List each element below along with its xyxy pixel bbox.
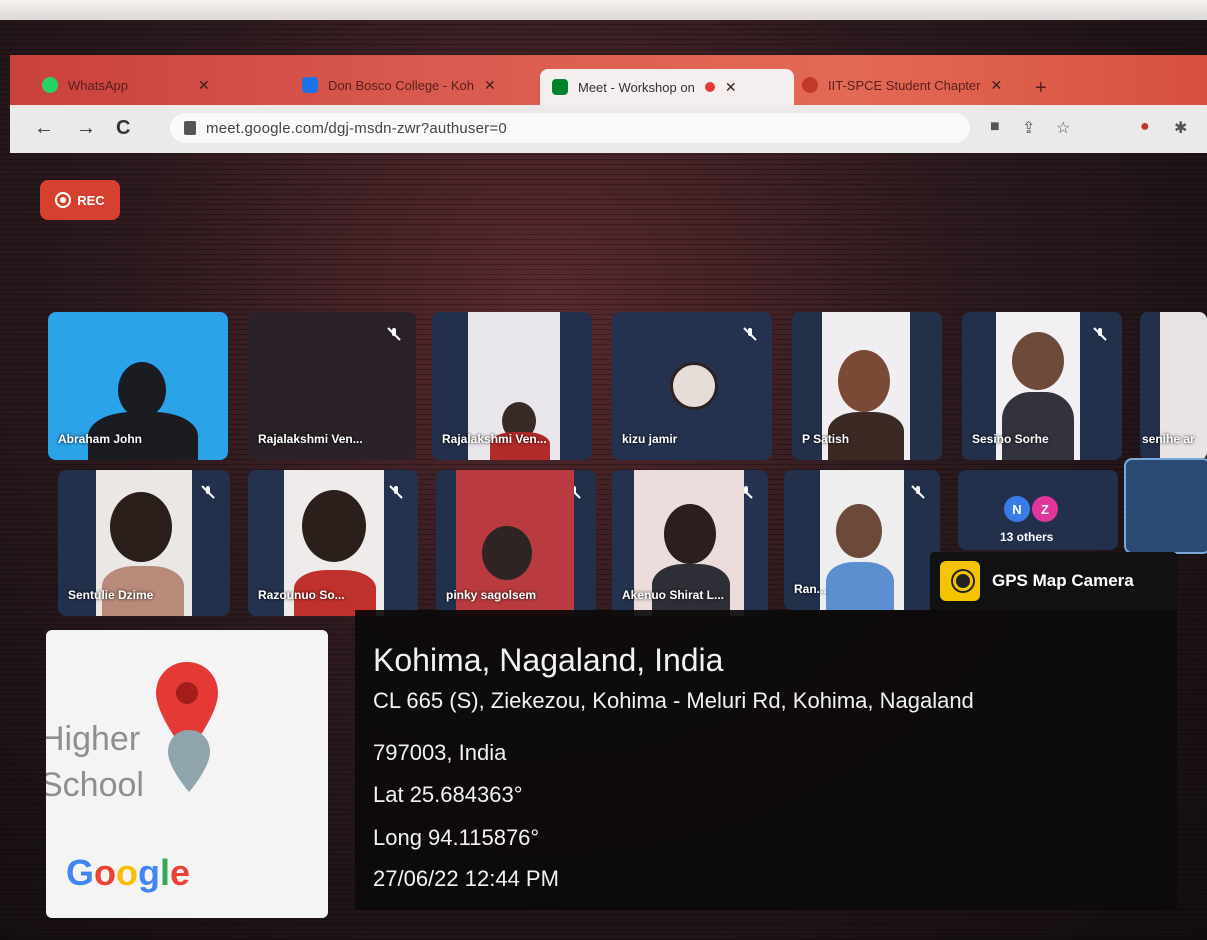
mic-off-icon [387,327,401,341]
participant-name: senihe ar [1142,432,1195,446]
star-icon[interactable]: ☆ [1056,118,1070,138]
gps-info-panel: Kohima, Nagaland, India CL 665 (S), Ziek… [355,610,1177,910]
participant-head [110,492,172,562]
avatar: Z [1032,496,1058,522]
participant-name: Rajalakshmi Ven... [258,432,363,446]
lock-icon [184,121,196,135]
gps-datetime: 27/06/22 12:44 PM [373,866,559,891]
participant-name: P Satish [802,432,850,446]
whatsapp-icon [42,77,58,93]
participant-head [838,350,890,412]
avatar [670,362,718,410]
participant-name: Ran... [794,582,827,596]
tab-label: WhatsApp [68,77,128,93]
gps-app-name: GPS Map Camera [992,571,1134,590]
reload-icon[interactable]: C [116,117,130,140]
gps-address-line2: 797003, India [373,740,507,765]
back-arrow-icon[interactable]: ← [34,117,54,140]
address-bar[interactable]: meet.google.com/dgj-msdn-zwr?authuser=0 [170,113,970,143]
tab-meet[interactable]: Meet - Workshop on ✕ [540,69,794,105]
mic-off-icon [911,485,925,499]
participant-body [826,562,894,610]
extension-icon[interactable]: ● [1140,118,1150,136]
participant-tile[interactable]: Rajalakshmi Ven... [432,312,592,460]
meet-icon [552,79,568,95]
share-icon[interactable]: ⇪ [1022,118,1035,138]
participant-silhouette [118,362,166,418]
gps-address-line1: CL 665 (S), Ziekezou, Kohima - Meluri Rd… [373,688,974,713]
tab-label: IIT-SPCE Student Chapter [828,77,981,93]
calendar-icon [302,77,318,93]
tab-label: Meet - Workshop on [578,79,695,95]
browser-tab-bar: WhatsApp ✕ Don Bosco College - Koh ✕ Mee… [10,55,1207,105]
recording-indicator-icon [704,82,715,92]
participant-tile[interactable]: Sentulie Dzime [58,470,230,616]
mic-off-icon [743,327,757,341]
browser-toolbar: ← → C meet.google.com/dgj-msdn-zwr?authu… [10,105,1207,153]
self-view-tile[interactable] [1124,458,1207,554]
recording-badge: REC [40,180,120,220]
participant-head [482,526,532,580]
participant-tile[interactable]: Sesino Sorhe [962,312,1122,460]
rec-label: REC [77,192,105,208]
mic-off-icon [1093,327,1107,341]
gps-latitude: Lat 25.684363° [373,782,523,807]
tab-iit-spce[interactable]: IIT-SPCE Student Chapter ✕ [790,67,1014,103]
mic-off-icon [201,485,215,499]
participant-tile[interactable]: Razounuo So... [248,470,418,616]
record-icon [55,192,72,208]
participant-head [302,490,366,562]
map-thumbnail: Higher School Google [46,630,328,918]
participant-tile[interactable]: kizu jamir [612,312,772,460]
participant-body [1002,392,1074,460]
map-marker-shape [168,730,210,792]
participant-head [664,504,716,564]
map-label: Higher [46,720,141,758]
participant-name: Sentulie Dzime [68,588,154,602]
close-icon[interactable]: ✕ [198,77,210,94]
globe-icon [802,77,818,93]
participant-name: pinky sagolsem [446,588,537,602]
forward-arrow-icon[interactable]: → [76,117,96,140]
participant-tile[interactable]: Abraham John [48,312,228,460]
close-icon[interactable]: ✕ [484,77,496,94]
mic-off-icon [389,485,403,499]
gps-longitude: Long 94.115876° [373,825,540,850]
google-logo: Google [66,852,191,893]
participant-tile[interactable]: Rajalakshmi Ven... [248,312,416,460]
participant-name: Akenuo Shirat L... [622,588,725,602]
participant-tile[interactable]: pinky sagolsem [436,470,596,616]
avatar: N [1004,496,1030,522]
participant-tile[interactable]: P Satish [792,312,942,460]
close-icon[interactable]: ✕ [990,77,1002,94]
camera-icon[interactable]: ■ [990,118,1000,136]
others-count: 13 others [1000,530,1054,544]
participant-tile[interactable]: senihe ar [1140,312,1207,460]
participant-head [1012,332,1064,390]
participant-name: Sesino Sorhe [972,432,1049,446]
puzzle-icon[interactable]: ✱ [1174,118,1187,138]
url-text: meet.google.com/dgj-msdn-zwr?authuser=0 [206,119,507,137]
participant-name: kizu jamir [622,432,678,446]
map-label: School [46,766,144,804]
close-icon[interactable]: ✕ [725,79,737,96]
participant-name: Razounuo So... [258,588,345,602]
participant-name: Rajalakshmi Ven... [442,432,547,446]
others-tile[interactable]: N Z 13 others [958,470,1118,550]
tab-whatsapp[interactable]: WhatsApp ✕ [30,67,222,103]
participant-name: Abraham John [58,432,143,446]
gps-place: Kohima, Nagaland, India [373,642,724,678]
tab-don-bosco[interactable]: Don Bosco College - Koh ✕ [290,67,508,103]
participant-tile[interactable]: Ran... [784,470,940,610]
new-tab-icon[interactable]: + [1035,77,1047,100]
gps-camera-logo-icon [940,561,980,601]
participant-tile[interactable]: Akenuo Shirat L... [612,470,768,616]
tab-label: Don Bosco College - Koh [328,77,474,93]
participant-head [836,504,882,558]
gps-camera-header: GPS Map Camera [930,552,1177,610]
